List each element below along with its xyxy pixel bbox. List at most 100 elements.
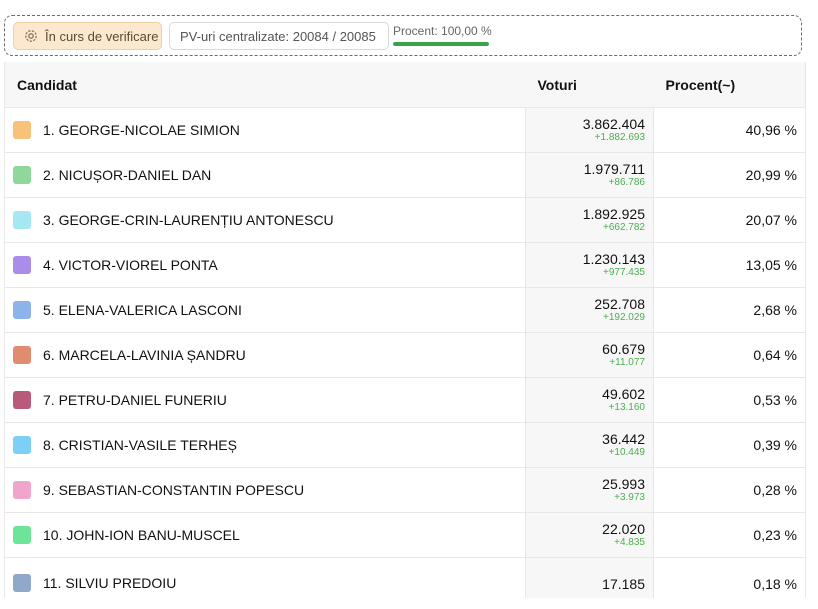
votes-value: 17.185 [602,576,645,592]
gear-check-icon [23,28,39,44]
candidate-cell: 5. ELENA-VALERICA LASCONI [4,287,526,333]
candidate-name: 6. MARCELA-LAVINIA ȘANDRU [43,347,246,363]
votes-delta: +1.882.693 [594,132,645,143]
candidate-color-swatch [13,481,31,499]
candidate-color-swatch [13,121,31,139]
candidate-name: 8. CRISTIAN-VASILE TERHEȘ [43,437,237,453]
header-votes[interactable]: Voturi [525,62,654,108]
votes-delta: +977.435 [603,267,645,278]
candidate-name: 10. JOHN-ION BANU-MUSCEL [43,527,240,543]
percent-cell: 2,68 % [653,287,806,333]
votes-cell: 1.892.925 +662.782 [525,197,654,243]
table-row[interactable]: 10. JOHN-ION BANU-MUSCEL 22.020 +4.835 0,23… [4,512,806,558]
votes-value: 60.679 [602,341,645,357]
votes-cell: 1.979.711 +86.786 [525,152,654,198]
candidate-name: 1. GEORGE-NICOLAE SIMION [43,122,240,138]
candidate-cell: 6. MARCELA-LAVINIA ȘANDRU [4,332,526,378]
candidate-cell: 7. PETRU-DANIEL FUNERIU [4,377,526,423]
percent-cell: 13,05 % [653,242,806,288]
votes-delta: +11.077 [609,357,645,368]
candidate-name: 11. SILVIU PREDOIU [43,575,177,591]
table-row[interactable]: 2. NICUȘOR-DANIEL DAN 1.979.711 +86.786 20,… [4,152,806,198]
candidate-cell: 11. SILVIU PREDOIU [4,557,526,598]
table-row[interactable]: 5. ELENA-VALERICA LASCONI 252.708 +192.029… [4,287,806,333]
table-row[interactable]: 4. VICTOR-VIOREL PONTA 1.230.143 +977.435 1… [4,242,806,288]
votes-value: 25.993 [602,476,645,492]
percent-cell: 0,39 % [653,422,806,468]
candidate-cell: 9. SEBASTIAN-CONSTANTIN POPESCU [4,467,526,513]
votes-cell: 36.442 +10.449 [525,422,654,468]
candidate-color-swatch [13,166,31,184]
procent-indicator: Procent: 100,00 % [393,24,497,46]
candidate-color-swatch [13,346,31,364]
candidate-name: 2. NICUȘOR-DANIEL DAN [43,167,212,183]
candidate-color-swatch [13,436,31,454]
table-row[interactable]: 7. PETRU-DANIEL FUNERIU 49.602 +13.160 0,53… [4,377,806,423]
candidate-cell: 4. VICTOR-VIOREL PONTA [4,242,526,288]
candidate-name: 7. PETRU-DANIEL FUNERIU [43,392,227,408]
table-row[interactable]: 6. MARCELA-LAVINIA ȘANDRU 60.679 +11.077 0,… [4,332,806,378]
candidate-color-swatch [13,256,31,274]
verification-status-label: În curs de verificare [45,28,159,44]
candidate-cell: 2. NICUȘOR-DANIEL DAN [4,152,526,198]
percent-cell: 0,18 % [653,557,806,598]
percent-cell: 40,96 % [653,107,806,153]
votes-value: 1.979.711 [583,161,645,177]
candidate-name: 3. GEORGE-CRIN-LAURENȚIU ANTONESCU [43,212,334,228]
procent-progress-track [393,42,489,46]
procent-progress-fill [393,42,489,46]
percent-cell: 0,23 % [653,512,806,558]
candidate-cell: 8. CRISTIAN-VASILE TERHEȘ [4,422,526,468]
votes-delta: +192.029 [603,312,645,323]
votes-value: 1.892.925 [582,206,645,222]
percent-cell: 0,53 % [653,377,806,423]
votes-cell: 3.862.404 +1.882.693 [525,107,654,153]
percent-cell: 0,64 % [653,332,806,378]
votes-delta: +10.449 [608,447,645,458]
table-row[interactable]: 1. GEORGE-NICOLAE SIMION 3.862.404 +1.882.… [4,107,806,153]
votes-cell: 49.602 +13.160 [525,377,654,423]
candidate-name: 9. SEBASTIAN-CONSTANTIN POPESCU [43,482,305,498]
candidate-color-swatch [13,391,31,409]
votes-delta: +662.782 [603,222,645,233]
table-header-row: Candidat Voturi Procent(~) [4,62,806,108]
pv-centralized-label: PV-uri centralizate: 20084 / 20085 [180,28,376,44]
candidate-cell: 1. GEORGE-NICOLAE SIMION [4,107,526,153]
votes-cell: 252.708 +192.029 [525,287,654,333]
percent-cell: 20,07 % [653,197,806,243]
candidate-cell: 3. GEORGE-CRIN-LAURENȚIU ANTONESCU [4,197,526,243]
votes-cell: 25.993 +3.973 [525,467,654,513]
votes-cell: 17.185 [525,557,654,598]
table-row[interactable]: 9. SEBASTIAN-CONSTANTIN POPESCU 25.993 +3.… [4,467,806,513]
procent-label: Procent: 100,00 % [393,24,492,38]
results-table: Candidat Voturi Procent(~) 1. GEORGE-NIC… [4,62,806,598]
candidate-color-swatch [13,211,31,229]
table-row[interactable]: 3. GEORGE-CRIN-LAURENȚIU ANTONESCU 1.892.… [4,197,806,243]
votes-value: 1.230.143 [582,251,645,267]
votes-delta: +86.786 [608,177,645,188]
votes-delta: +4.835 [614,537,645,548]
votes-value: 49.602 [602,386,645,402]
votes-value: 36.442 [602,431,645,447]
table-row[interactable]: 8. CRISTIAN-VASILE TERHEȘ 36.442 +10.449 0,… [4,422,806,468]
percent-cell: 0,28 % [653,467,806,513]
table-row[interactable]: 11. SILVIU PREDOIU 17.185 0,18 % [4,557,806,598]
votes-cell: 60.679 +11.077 [525,332,654,378]
status-bar: În curs de verificare PV-uri centralizat… [4,15,802,56]
votes-value: 3.862.404 [582,116,645,132]
candidate-name: 4. VICTOR-VIOREL PONTA [43,257,218,273]
votes-value: 22.020 [602,521,645,537]
votes-delta: +3.973 [614,492,645,503]
candidate-name: 5. ELENA-VALERICA LASCONI [43,302,242,318]
votes-value: 252.708 [594,296,645,312]
percent-cell: 20,99 % [653,152,806,198]
candidate-cell: 10. JOHN-ION BANU-MUSCEL [4,512,526,558]
header-percent[interactable]: Procent(~) [653,62,806,108]
verification-status-badge: În curs de verificare [13,22,162,50]
pv-centralized-count: PV-uri centralizate: 20084 / 20085 [169,22,389,50]
header-candidate[interactable]: Candidat [4,62,526,108]
votes-delta: +13.160 [608,402,645,413]
candidate-color-swatch [13,301,31,319]
votes-cell: 1.230.143 +977.435 [525,242,654,288]
votes-cell: 22.020 +4.835 [525,512,654,558]
